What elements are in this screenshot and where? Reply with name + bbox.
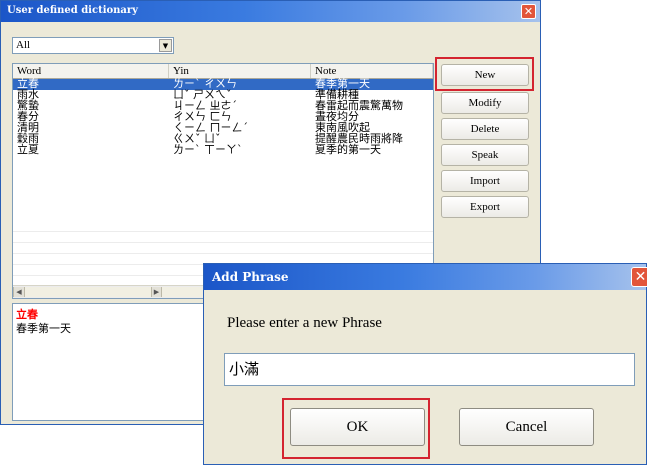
ok-button-highlight: [282, 398, 430, 459]
speak-button[interactable]: Speak: [441, 144, 529, 166]
window-title: User defined dictionary: [7, 5, 138, 16]
list-rows: 立春 ㄌㄧˋ ㄔㄨㄣ 春季第一天 雨水 ㄩˇ ㄕㄨㄟˇ 準備耕種 驚蟄 ㄐㄧㄥ ㄓㄜˊ 春雷起而…: [13, 78, 433, 156]
filter-dropdown[interactable]: All ▼: [12, 37, 174, 54]
new-button-highlight: [435, 57, 534, 91]
import-button[interactable]: Import: [441, 170, 529, 192]
detail-note: 春季第一天: [16, 322, 71, 335]
cancel-button[interactable]: Cancel: [459, 408, 594, 446]
phrase-input[interactable]: 小滿: [224, 353, 635, 386]
empty-row-line: [13, 231, 433, 232]
filter-value: All: [16, 39, 31, 51]
cell-word: 立夏: [17, 143, 39, 156]
cell-yin: ㄌㄧˋ ㄒㄧㄚˋ: [173, 143, 243, 156]
export-button[interactable]: Export: [441, 196, 529, 218]
empty-row-line: [13, 242, 433, 243]
empty-row-line: [13, 253, 433, 254]
table-row[interactable]: 立夏 ㄌㄧˋ ㄒㄧㄚˋ 夏季的第一天: [13, 143, 433, 156]
column-header-word[interactable]: Word: [13, 64, 169, 78]
column-header-note[interactable]: Note: [311, 64, 433, 78]
cell-note: 夏季的第一天: [315, 143, 381, 156]
dialog-prompt: Please enter a new Phrase: [227, 315, 382, 331]
close-icon[interactable]: ✕: [521, 4, 536, 19]
dialog-title: Add Phrase: [212, 270, 289, 284]
window-titlebar[interactable]: User defined dictionary ✕: [1, 1, 540, 22]
modify-button[interactable]: Modify: [441, 92, 529, 114]
dialog-titlebar[interactable]: Add Phrase ✕: [204, 264, 647, 290]
dialog-close-icon[interactable]: ✕: [631, 267, 647, 287]
delete-button[interactable]: Delete: [441, 118, 529, 140]
chevron-down-icon[interactable]: ▼: [159, 39, 172, 52]
column-header-yin[interactable]: Yin: [169, 64, 311, 78]
